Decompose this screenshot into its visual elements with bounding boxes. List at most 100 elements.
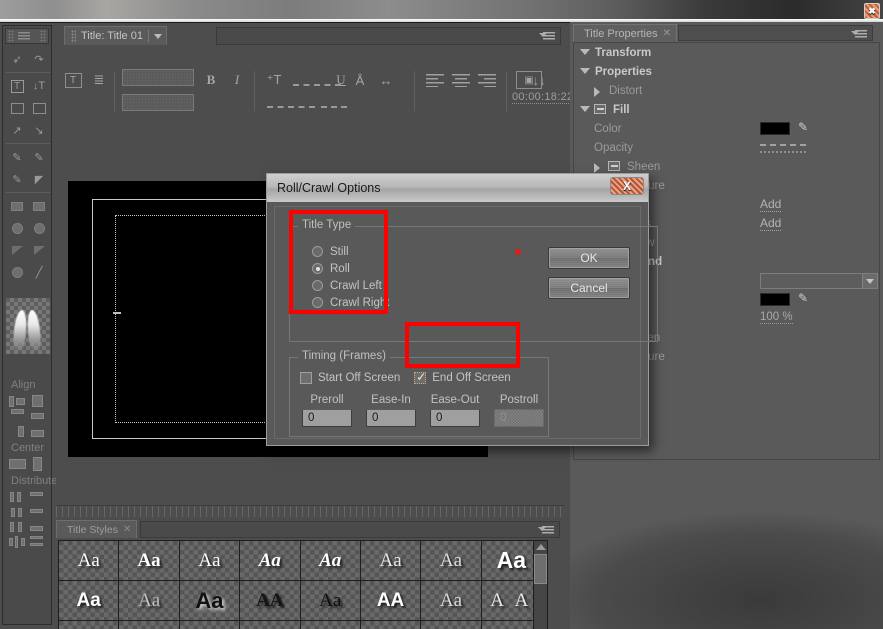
style-swatch[interactable]: Aa	[119, 581, 179, 621]
path-type-tool[interactable]: ↗	[6, 119, 28, 141]
add-stroke-link[interactable]: Add	[760, 197, 781, 212]
ellipse-tool[interactable]	[6, 261, 28, 283]
tools-panel-tab[interactable]	[5, 28, 49, 44]
tab-title-properties[interactable]: Title Properties ✕	[573, 24, 677, 42]
opacity-value[interactable]: 100 %	[760, 311, 793, 324]
style-swatch[interactable]: AA	[421, 621, 481, 629]
italic-button[interactable]: I	[224, 69, 250, 91]
font-family-select[interactable]	[122, 69, 194, 86]
scrollbar-thumb[interactable]	[534, 554, 547, 584]
selection-tool[interactable]: ➶	[6, 48, 28, 70]
grip-dots-icon[interactable]	[8, 30, 14, 42]
style-swatch[interactable]: Aa	[59, 621, 119, 629]
radio-option[interactable]: Roll	[312, 260, 389, 277]
property-enable-checkbox[interactable]	[594, 104, 606, 114]
style-swatch[interactable]: Aa	[180, 581, 240, 621]
style-swatch[interactable]: Aa	[59, 541, 119, 581]
property-row[interactable]: Fill	[574, 100, 879, 119]
window-close-button[interactable]: ✖	[864, 3, 880, 19]
timing-field-input[interactable]: 0	[366, 409, 416, 427]
radio-button[interactable]	[312, 263, 323, 274]
rectangle-tool[interactable]	[6, 195, 28, 217]
style-swatch[interactable]: Aa	[180, 541, 240, 581]
timing-field-input[interactable]: 0	[430, 409, 480, 427]
add-anchor-point-tool[interactable]: ✎	[6, 168, 28, 190]
arc-tool[interactable]	[28, 239, 50, 261]
bold-button[interactable]: B	[198, 69, 224, 91]
timing-checkbox-row[interactable]: End Off Screen	[414, 372, 510, 384]
style-swatch[interactable]: AA	[240, 581, 300, 621]
style-swatch[interactable]: Aa	[421, 581, 481, 621]
pen-tool[interactable]: ✎	[6, 146, 28, 168]
ok-button[interactable]: OK	[548, 247, 630, 269]
style-swatch[interactable]: AA	[119, 621, 179, 629]
align-left-icon[interactable]	[422, 69, 448, 91]
checkbox[interactable]	[414, 372, 426, 384]
property-value-slider[interactable]	[760, 144, 806, 146]
cancel-button[interactable]: Cancel	[548, 277, 630, 299]
roll-crawl-options-icon[interactable]: ≣	[86, 69, 112, 91]
radio-button[interactable]	[312, 246, 323, 257]
vertical-type-tool[interactable]: ↓T	[28, 75, 50, 97]
vertical-path-type-tool[interactable]: ↘	[28, 119, 50, 141]
font-size-value[interactable]	[293, 84, 341, 86]
style-swatch[interactable]: Aa	[361, 541, 421, 581]
style-swatch[interactable]: Aa	[421, 541, 481, 581]
font-size-icon[interactable]: ⁺T	[261, 69, 287, 91]
property-row[interactable]: Color✎	[574, 119, 879, 138]
align-middle-icon[interactable]	[29, 409, 47, 424]
radio-button[interactable]	[312, 280, 323, 291]
center-vertically-icon[interactable]	[29, 457, 47, 472]
align-center-icon[interactable]	[448, 69, 474, 91]
align-left-icon[interactable]	[9, 394, 27, 409]
radio-option[interactable]: Crawl Left	[312, 277, 389, 294]
tab-title-styles[interactable]: Title Styles ✕	[56, 520, 137, 538]
type-tool[interactable]: T	[6, 75, 28, 97]
timecode-display[interactable]: 00:00:18:22	[512, 91, 573, 104]
grip-dots-icon[interactable]	[40, 30, 46, 42]
panel-menu-icon[interactable]	[851, 30, 867, 40]
color-swatch[interactable]	[760, 293, 790, 306]
twirl-closed-icon[interactable]	[594, 87, 600, 97]
scroll-up-arrow-icon[interactable]	[534, 541, 547, 553]
style-swatch[interactable]: Aa	[119, 541, 179, 581]
align-bottom-icon[interactable]	[29, 424, 47, 439]
tab-title-01[interactable]: Title: Title 01	[64, 26, 167, 45]
align-right-icon[interactable]	[474, 69, 500, 91]
checkbox[interactable]	[300, 372, 312, 384]
eyedropper-icon[interactable]: ✎	[798, 121, 812, 135]
timing-field-input[interactable]: 0	[302, 409, 352, 427]
chevron-down-icon[interactable]	[862, 274, 877, 288]
style-swatch[interactable]: AA	[361, 581, 421, 621]
style-swatch[interactable]: Aa	[301, 621, 361, 629]
radio-option[interactable]: Crawl Right	[312, 294, 389, 311]
panel-menu-icon[interactable]	[538, 526, 554, 536]
distribute-center-h-icon[interactable]	[9, 505, 27, 520]
align-vertical-icon[interactable]	[29, 394, 47, 409]
property-row[interactable]: Distort	[574, 81, 879, 100]
font-style-select[interactable]	[122, 94, 194, 111]
property-row[interactable]: Opacity	[574, 138, 879, 157]
close-icon[interactable]: X	[610, 177, 644, 195]
twirl-closed-icon[interactable]	[594, 163, 600, 173]
close-icon[interactable]: ✕	[663, 28, 671, 39]
add-stroke-link[interactable]: Add	[760, 216, 781, 231]
distribute-even-spacing-h-icon[interactable]	[9, 535, 27, 550]
rounded-rectangle-tool[interactable]	[28, 217, 50, 239]
panel-menu-icon[interactable]	[16, 31, 38, 41]
style-swatch[interactable]: Aa	[301, 541, 361, 581]
twirl-open-icon[interactable]	[580, 106, 590, 112]
style-swatch[interactable]: Aa	[240, 541, 300, 581]
style-swatch[interactable]: Aa	[180, 621, 240, 629]
tracking-value[interactable]	[321, 106, 347, 108]
color-swatch[interactable]	[760, 122, 790, 135]
distribute-top-icon[interactable]	[29, 490, 47, 505]
eyedropper-icon[interactable]: ✎	[798, 292, 812, 306]
area-type-tool[interactable]	[6, 97, 28, 119]
property-row[interactable]: Transform	[574, 43, 879, 62]
twirl-open-icon[interactable]	[580, 49, 590, 55]
align-right-icon[interactable]	[9, 424, 27, 439]
vertical-area-type-tool[interactable]	[28, 97, 50, 119]
distribute-right-icon[interactable]	[9, 520, 27, 535]
leading-icon[interactable]: Å	[347, 69, 373, 91]
